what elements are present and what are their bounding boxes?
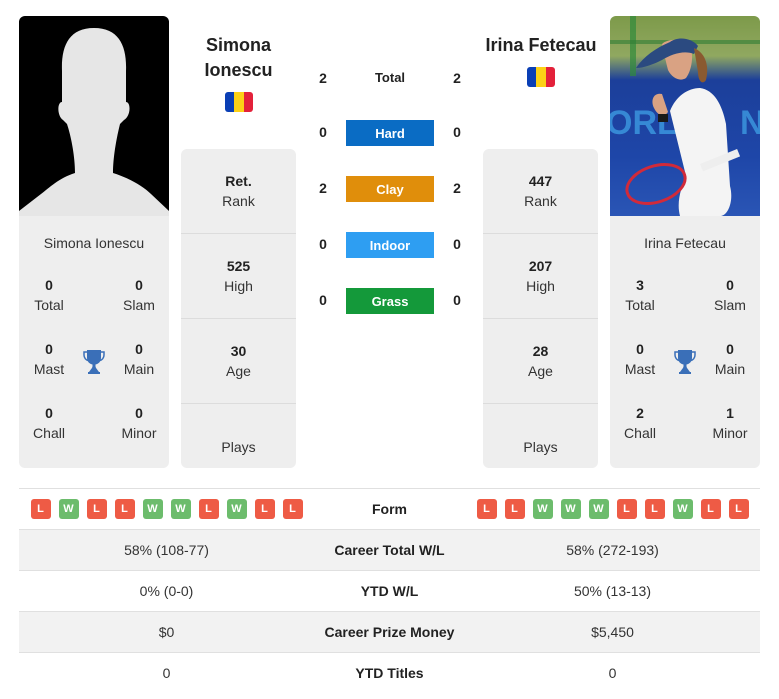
form-loss-badge[interactable]: L xyxy=(644,499,665,519)
form-loss-badge[interactable]: L xyxy=(86,499,107,519)
form-loss-badge[interactable]: L xyxy=(198,499,219,519)
titles-total: 0 Total xyxy=(34,277,64,313)
h2h-total-row: 2 Total 2 xyxy=(319,70,461,86)
player-photo-right[interactable]: ORLD NI xyxy=(610,16,760,216)
form-loss-badge[interactable]: L xyxy=(114,499,135,519)
info-card-left: Ret. Rank 525 High 30 Age Plays xyxy=(181,149,296,468)
player-photo-left xyxy=(19,16,169,216)
stats-row-prize-money: $0 Career Prize Money $5,450 xyxy=(19,611,760,652)
form-win-badge[interactable]: W xyxy=(226,499,247,519)
form-loss-badge[interactable]: L xyxy=(728,499,749,519)
titles-grid-right: 3 Total 0 Slam 0 Mast 0 Main 2 Chall 1 Minor xyxy=(610,265,760,465)
surface-hard-badge[interactable]: Hard xyxy=(346,120,434,146)
surface-grass-badge[interactable]: Grass xyxy=(346,288,434,314)
titles-slam: 0 Slam xyxy=(714,277,746,313)
svg-text:NI: NI xyxy=(740,104,760,142)
player-photo-image: ORLD NI xyxy=(610,16,760,216)
surface-clay-badge[interactable]: Clay xyxy=(346,176,434,202)
titles-minor: 0 Minor xyxy=(121,405,157,441)
form-label: Form xyxy=(372,501,407,517)
titles-main: 0 Main xyxy=(123,341,155,377)
stats-row-ytd-titles: 0 YTD Titles 0 xyxy=(19,652,760,693)
form-win-badge[interactable]: W xyxy=(672,499,693,519)
surface-indoor-badge[interactable]: Indoor xyxy=(346,232,434,258)
player-name-heading-left[interactable]: Simona Ionescu xyxy=(181,33,296,83)
info-high: 207 High xyxy=(483,234,598,319)
form-win-badge[interactable]: W xyxy=(560,499,581,519)
h2h-indoor-row: 0 Indoor 0 xyxy=(310,232,470,258)
h2h-grass-row: 0 Grass 0 xyxy=(310,288,470,314)
info-high: 525 High xyxy=(181,234,296,319)
stats-table: LWLLWWLWLL Form LLWWWLLWLL 58% (108-77) … xyxy=(19,488,760,693)
form-win-badge[interactable]: W xyxy=(58,499,79,519)
player-card-left: Simona Ionescu 0 Total 0 Slam 0 Mast 0 Main … xyxy=(19,16,169,468)
player-name-right: Irina Fetecau xyxy=(644,235,726,251)
player-card-right: ORLD NI Irina Fetecau 3Total 0Slam 0Mast… xyxy=(610,16,760,468)
stats-row-career-wl: 58% (108-77) Career Total W/L 58% (272-1… xyxy=(19,529,760,570)
titles-minor: 1 Minor xyxy=(712,405,748,441)
form-win-badge[interactable]: W xyxy=(142,499,163,519)
form-loss-badge[interactable]: L xyxy=(476,499,497,519)
h2h-clay-row: 2 Clay 2 xyxy=(310,176,470,202)
form-badges-right: LLWWWLLWLL xyxy=(465,499,760,519)
titles-grid-left: 0 Total 0 Slam 0 Mast 0 Main 0 Chall 0 Minor xyxy=(19,265,169,465)
form-row: LWLLWWLWLL Form LLWWWLLWLL xyxy=(19,488,760,529)
titles-mast: 0 Mast xyxy=(624,341,656,377)
form-win-badge[interactable]: W xyxy=(588,499,609,519)
form-loss-badge[interactable]: L xyxy=(30,499,51,519)
titles-chall: 0 Chall xyxy=(33,405,65,441)
trophy-icon xyxy=(673,349,697,375)
info-rank: Ret. Rank xyxy=(181,149,296,234)
form-loss-badge[interactable]: L xyxy=(282,499,303,519)
form-loss-badge[interactable]: L xyxy=(254,499,275,519)
trophy-icon xyxy=(82,349,106,375)
player-name-heading-right[interactable]: Irina Fetecau xyxy=(481,33,601,58)
titles-mast: 0 Mast xyxy=(33,341,65,377)
player-name-left: Simona Ionescu xyxy=(43,235,145,251)
titles-main: 0 Main xyxy=(714,341,746,377)
form-win-badge[interactable]: W xyxy=(532,499,553,519)
info-age: 28 Age xyxy=(483,319,598,404)
form-loss-badge[interactable]: L xyxy=(504,499,525,519)
info-rank: 447 Rank xyxy=(483,149,598,234)
romania-flag-icon xyxy=(225,92,253,112)
info-plays: Plays xyxy=(221,438,256,455)
titles-total: 3 Total xyxy=(625,277,655,313)
form-badges-left: LWLLWWLWLL xyxy=(19,499,314,519)
romania-flag-icon xyxy=(527,67,555,87)
form-loss-badge[interactable]: L xyxy=(616,499,637,519)
titles-chall: 2 Chall xyxy=(624,405,656,441)
silhouette-icon xyxy=(19,28,169,216)
form-win-badge[interactable]: W xyxy=(170,499,191,519)
stats-row-ytd-wl: 0% (0-0) YTD W/L 50% (13-13) xyxy=(19,570,760,611)
info-plays: Plays xyxy=(523,438,558,455)
h2h-hard-row: 0 Hard 0 xyxy=(310,120,470,146)
titles-slam: 0 Slam xyxy=(123,277,155,313)
info-age: 30 Age xyxy=(181,319,296,404)
form-loss-badge[interactable]: L xyxy=(700,499,721,519)
info-card-right: 447 Rank 207 High 28 Age Plays xyxy=(483,149,598,468)
